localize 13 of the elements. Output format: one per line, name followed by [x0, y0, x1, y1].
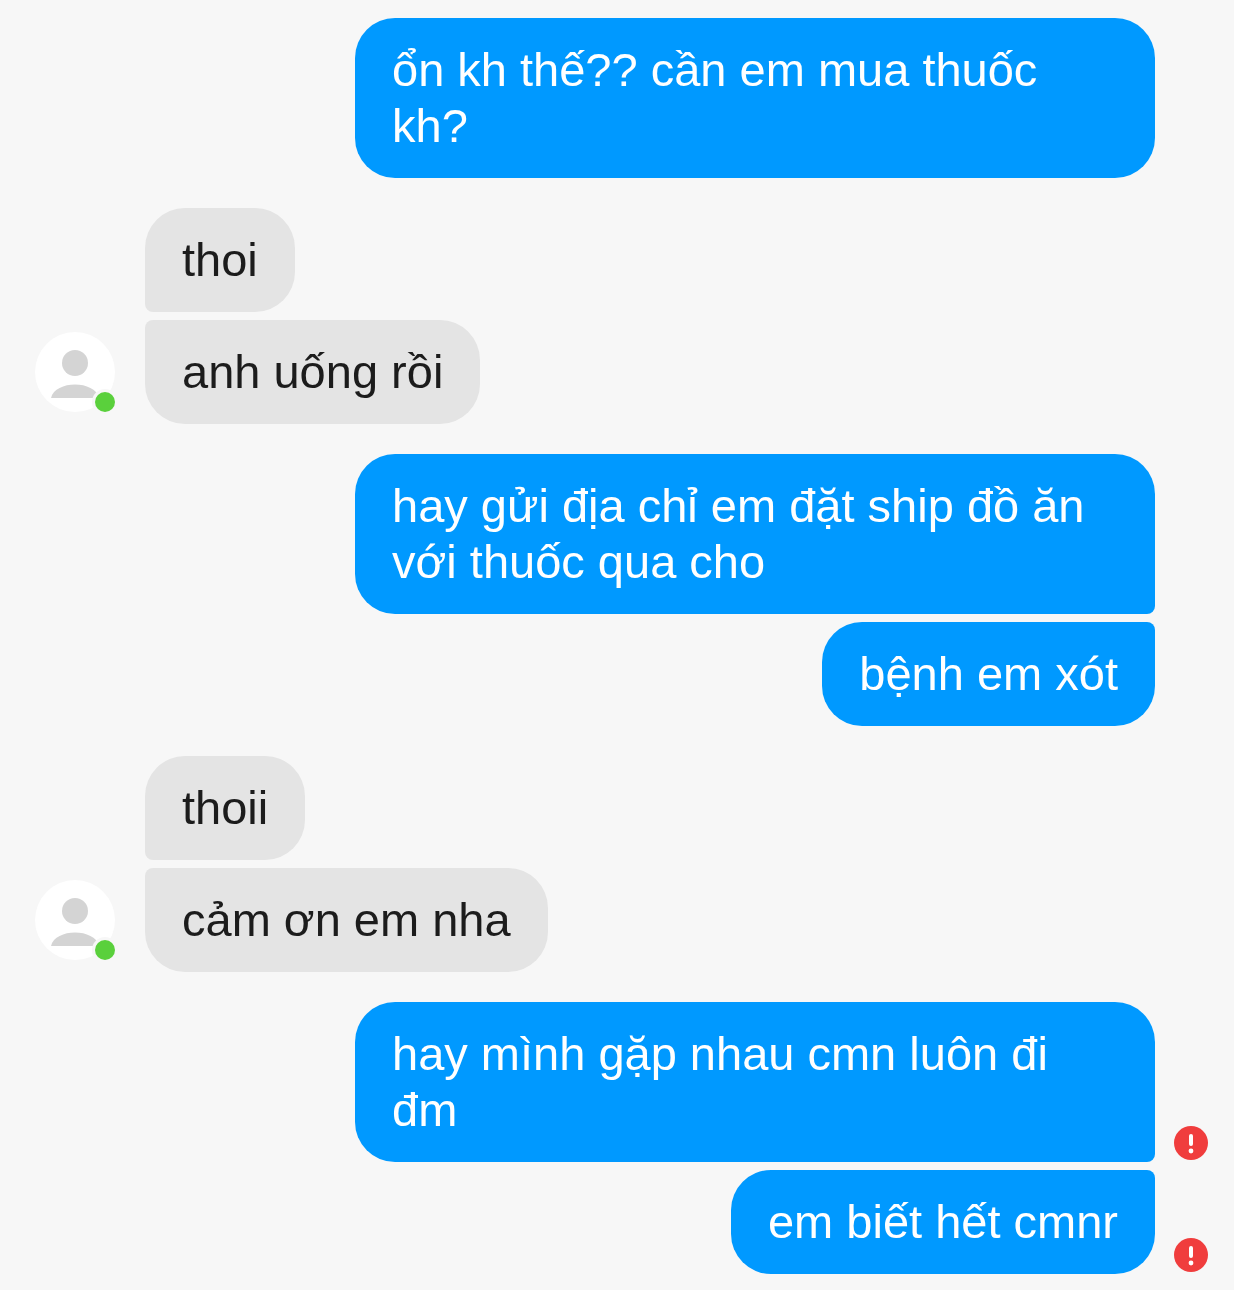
error-icon[interactable]	[1174, 1126, 1208, 1160]
error-icon[interactable]	[1174, 1238, 1208, 1272]
sent-message-bubble: em biết hết cmnr	[730, 1170, 1155, 1274]
received-message-bubble: thoi	[145, 208, 295, 312]
received-message-bubble: anh uống rồi	[145, 320, 481, 424]
sent-message-bubble: hay gửi địa chỉ em đặt ship đồ ăn với thuốc qua cho	[355, 454, 1155, 614]
sent-message-bubble: hay mình gặp nhau cmn luôn đi đm	[355, 1002, 1155, 1162]
sent-message-bubble: ổn kh thế?? cần em mua thuốc kh?	[355, 18, 1155, 178]
received-message-bubble: cảm ơn em nha	[145, 868, 548, 972]
avatar-icon	[35, 332, 115, 412]
received-message-bubble: thoii	[145, 756, 306, 860]
avatar-icon	[35, 880, 115, 960]
sent-message-bubble: bệnh em xót	[822, 622, 1155, 726]
